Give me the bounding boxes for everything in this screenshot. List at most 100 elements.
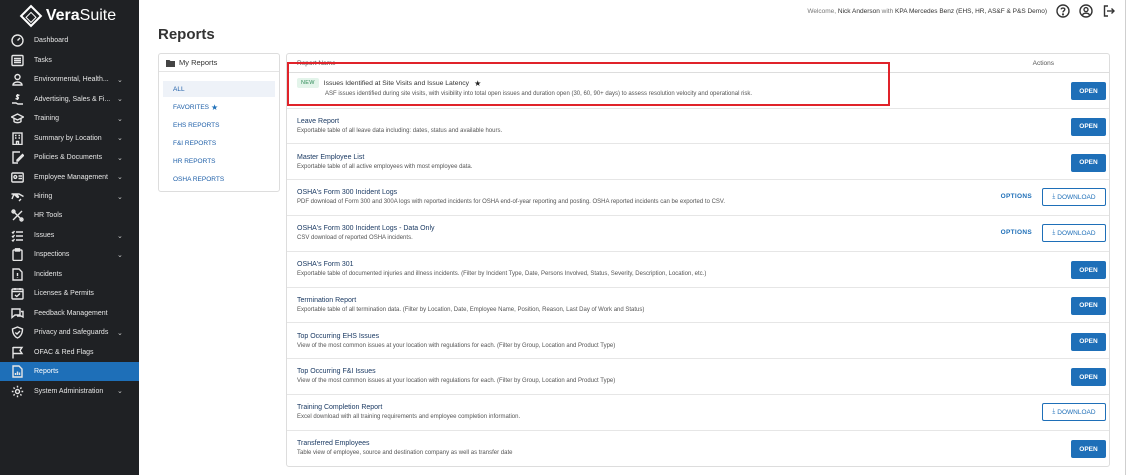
verasuite-logo[interactable]: VeraSuite bbox=[0, 0, 139, 31]
report-title[interactable]: OSHA's Form 300 Incident Logs - Data Onl… bbox=[297, 225, 435, 232]
sidebar-item-privacy-and-safeguards[interactable]: Privacy and Safeguards ⌄ bbox=[0, 323, 139, 342]
open-button[interactable]: OPEN bbox=[1071, 261, 1106, 279]
sidebar-item-hr-tools[interactable]: HR Tools bbox=[0, 206, 139, 225]
sidebar-item-licenses-permits[interactable]: Licenses & Permits bbox=[0, 284, 139, 303]
sidebar-item-summary-by-location[interactable]: Summary by Location ⌄ bbox=[0, 129, 139, 148]
table-row: Top Occurring F&I Issues View of the most… bbox=[287, 359, 1109, 395]
report-title[interactable]: Training Completion Report bbox=[297, 404, 382, 411]
report-title[interactable]: Master Employee List bbox=[297, 154, 364, 161]
report-title-wrap: Transferred Employees bbox=[297, 440, 370, 447]
sidebar-item-issues[interactable]: Issues ⌄ bbox=[0, 226, 139, 245]
download-icon: ⤓ bbox=[1052, 408, 1056, 416]
filter-f-i-reports[interactable]: F&I REPORTS bbox=[163, 135, 275, 151]
filter-favorites[interactable]: FAVORITES ★ bbox=[163, 99, 275, 115]
download-button[interactable]: ⤓ DOWNLOAD bbox=[1042, 188, 1106, 207]
open-button[interactable]: OPEN bbox=[1071, 82, 1106, 100]
sidebar-item-label: Hiring bbox=[34, 193, 53, 200]
filter-hr-reports[interactable]: HR REPORTS bbox=[163, 153, 275, 169]
report-description: View of the most common issues at your l… bbox=[297, 378, 616, 385]
open-button[interactable]: OPEN bbox=[1071, 368, 1106, 387]
my-reports-title: My Reports bbox=[179, 58, 218, 67]
report-description: Excel download with all training require… bbox=[297, 414, 521, 421]
filter-osha-reports[interactable]: OSHA REPORTS bbox=[163, 171, 275, 187]
sidebar-item-inspections[interactable]: Inspections ⌄ bbox=[0, 245, 139, 264]
logout-icon[interactable] bbox=[1102, 4, 1116, 18]
user-account-icon[interactable] bbox=[1079, 4, 1093, 18]
report-title[interactable]: Termination Report bbox=[297, 297, 356, 304]
report-title-wrap: OSHA's Form 300 Incident Logs bbox=[297, 189, 397, 196]
open-button[interactable]: OPEN bbox=[1071, 153, 1106, 172]
filter-label: EHS REPORTS bbox=[173, 121, 220, 129]
report-title[interactable]: Transferred Employees bbox=[297, 440, 370, 447]
building-icon bbox=[11, 131, 24, 145]
report-title[interactable]: Top Occurring EHS Issues bbox=[297, 333, 379, 340]
sidebar-item-tasks[interactable]: Tasks bbox=[0, 51, 139, 70]
id-card-icon bbox=[11, 171, 24, 184]
sidebar-item-employee-management[interactable]: Employee Management ⌄ bbox=[0, 168, 139, 187]
open-button[interactable]: OPEN bbox=[1071, 440, 1106, 458]
sidebar-item-label: OFAC & Red Flags bbox=[34, 348, 94, 356]
list-check-icon bbox=[11, 229, 24, 242]
download-label: DOWNLOAD bbox=[1057, 229, 1096, 237]
page-title: Reports bbox=[158, 26, 215, 43]
sidebar-item-system-administration[interactable]: System Administration ⌄ bbox=[0, 382, 139, 401]
filter-ehs-reports[interactable]: EHS REPORTS bbox=[163, 117, 275, 133]
col-report-name: Report Name bbox=[297, 60, 336, 67]
flag-icon bbox=[11, 346, 24, 359]
sidebar-item-feedback-management[interactable]: Feedback Management bbox=[0, 304, 139, 323]
welcome-text: Welcome, Nick Anderson with KPA Mercedes… bbox=[807, 8, 1047, 15]
report-description: Exportable table of documented injuries … bbox=[297, 271, 707, 277]
report-description: CSV download of reported OSHA incidents. bbox=[297, 235, 413, 242]
report-title[interactable]: OSHA's Form 301 bbox=[297, 261, 354, 268]
sidebar-item-label: Tasks bbox=[34, 56, 52, 64]
sidebar-item-label: System Administration bbox=[34, 387, 104, 395]
options-button[interactable]: OPTIONS bbox=[1001, 193, 1032, 200]
report-title-wrap: NEW Issues Identified at Site Visits and … bbox=[297, 78, 481, 88]
report-title-wrap: Master Employee List bbox=[297, 154, 364, 161]
chevron-down-icon: ⌄ bbox=[117, 193, 123, 201]
sidebar-item-ofac-red-flags[interactable]: OFAC & Red Flags bbox=[0, 343, 139, 362]
sidebar-item-policies-documents[interactable]: Policies & Documents ⌄ bbox=[0, 148, 139, 167]
report-title-wrap: Top Occurring EHS Issues bbox=[297, 333, 379, 340]
download-icon: ⤓ bbox=[1052, 193, 1056, 201]
download-icon: ⤓ bbox=[1052, 229, 1056, 237]
report-title[interactable]: Leave Report bbox=[297, 118, 339, 125]
open-button[interactable]: OPEN bbox=[1071, 332, 1106, 351]
sidebar-item-hiring[interactable]: Hiring ⌄ bbox=[0, 187, 139, 206]
table-row: Top Occurring EHS Issues View of the most… bbox=[287, 324, 1109, 360]
table-row: Training Completion Report Excel download… bbox=[287, 395, 1109, 431]
chevron-down-icon: ⌄ bbox=[117, 96, 123, 103]
my-reports-header: My Reports bbox=[159, 54, 279, 72]
calendar-check-icon bbox=[11, 287, 24, 300]
sidebar-item-incidents[interactable]: Incidents bbox=[0, 265, 139, 284]
sidebar-item-label: Feedback Management bbox=[34, 309, 108, 317]
welcome-with: with bbox=[881, 7, 894, 15]
favorite-star-icon[interactable]: ★ bbox=[474, 79, 481, 88]
report-title[interactable]: Issues Identified at Site Visits and Iss… bbox=[324, 80, 469, 87]
report-title-wrap: OSHA's Form 301 bbox=[297, 261, 354, 268]
clipboard-icon bbox=[11, 248, 24, 261]
sidebar-item-training[interactable]: Training ⌄ bbox=[0, 109, 139, 128]
top-bar: Welcome, Nick Anderson with KPA Mercedes… bbox=[139, 0, 1126, 22]
user-name: Nick Anderson bbox=[837, 7, 880, 15]
report-title[interactable]: OSHA's Form 300 Incident Logs bbox=[297, 189, 397, 196]
filter-label: HR REPORTS bbox=[173, 157, 216, 165]
download-button[interactable]: ⤓ DOWNLOAD bbox=[1042, 224, 1106, 243]
download-button[interactable]: ⤓ DOWNLOAD bbox=[1042, 403, 1106, 422]
sidebar-item-advertising-sales-fi[interactable]: Advertising, Sales & Fi... ⌄ bbox=[0, 90, 139, 109]
sidebar-item-label: Inspections bbox=[34, 251, 70, 258]
sidebar-item-label: Advertising, Sales & Fi... bbox=[34, 95, 111, 103]
report-description: View of the most common issues at your l… bbox=[297, 342, 616, 349]
open-button[interactable]: OPEN bbox=[1071, 117, 1106, 136]
sidebar-item-reports[interactable]: Reports bbox=[0, 362, 139, 381]
help-icon[interactable] bbox=[1056, 4, 1070, 18]
sidebar-item-dashboard[interactable]: Dashboard bbox=[0, 31, 139, 50]
filter-all[interactable]: ALL bbox=[163, 81, 275, 97]
options-button[interactable]: OPTIONS bbox=[1001, 229, 1032, 236]
table-row: Master Employee List Exportable table of … bbox=[287, 145, 1109, 181]
filter-label: ALL bbox=[173, 85, 185, 93]
report-description: Exportable table of all active employees… bbox=[297, 163, 473, 170]
sidebar-item-environmental-health[interactable]: Environmental, Health... ⌄ bbox=[0, 70, 139, 89]
open-button[interactable]: OPEN bbox=[1071, 296, 1106, 315]
report-title[interactable]: Top Occurring F&I Issues bbox=[297, 368, 376, 375]
